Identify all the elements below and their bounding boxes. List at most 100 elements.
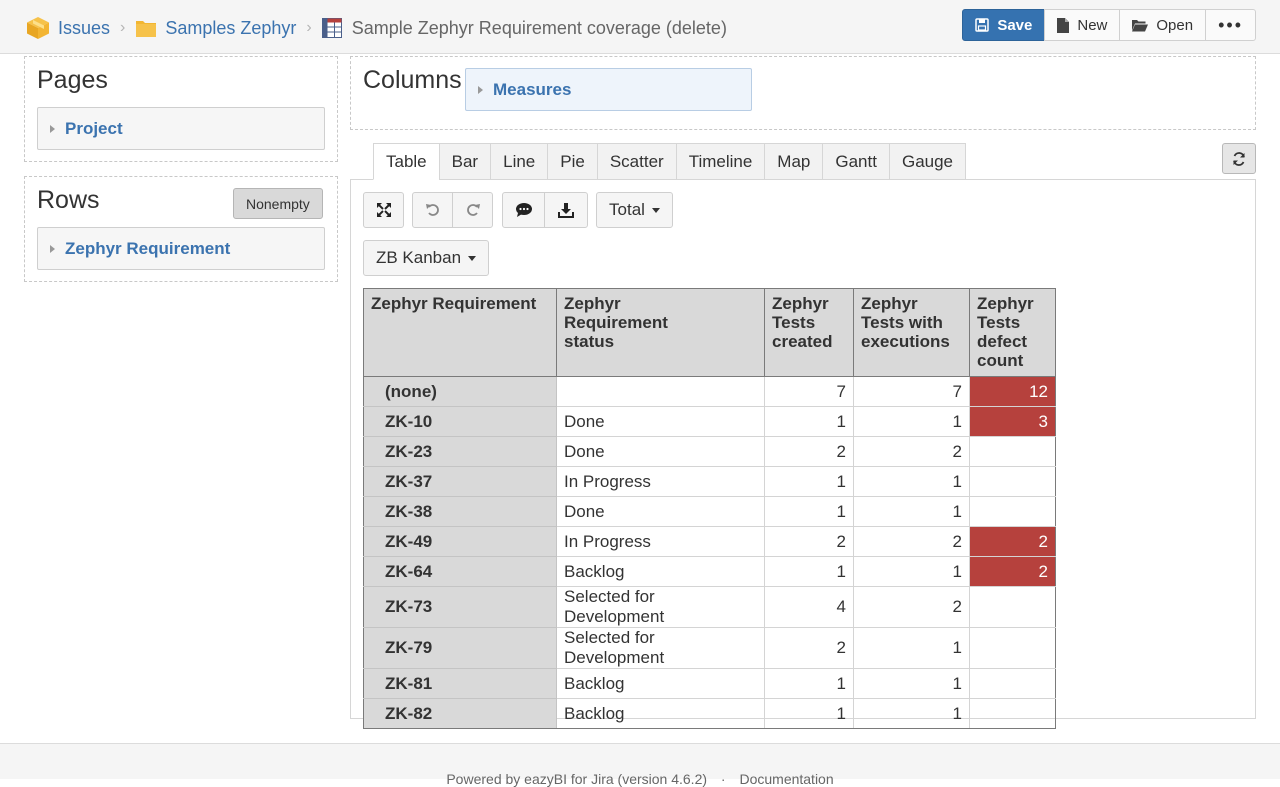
document-icon xyxy=(1057,17,1070,33)
row-header-cell[interactable]: ZK-79 xyxy=(363,627,557,669)
header-line: created xyxy=(772,332,833,351)
status-cell: In Progress xyxy=(556,466,765,497)
comments-button[interactable] xyxy=(502,192,545,228)
new-button[interactable]: New xyxy=(1044,9,1121,41)
column-header-tests-with-executions[interactable]: Zephyr Tests with executions xyxy=(853,288,970,377)
footer-separator: · xyxy=(720,771,726,787)
table-row: ZK-38 Done 1 1 xyxy=(363,496,1056,527)
table-row: ZK-37 In Progress 1 1 xyxy=(363,466,1056,497)
table-row: ZK-82 Backlog 1 1 xyxy=(363,698,1056,729)
column-header-status[interactable]: Zephyr Requirement status xyxy=(556,288,765,377)
header-line: executions xyxy=(861,332,950,351)
board-selector-dropdown[interactable]: ZB Kanban xyxy=(363,240,489,276)
caret-right-icon xyxy=(478,85,483,94)
total-label: Total xyxy=(609,200,645,219)
save-button[interactable]: Save xyxy=(962,9,1046,41)
nonempty-toggle-button[interactable]: Nonempty xyxy=(233,188,323,219)
table-row: ZK-79 Selected for Development 2 1 xyxy=(363,627,1056,669)
column-header-defect-count[interactable]: Zephyr Tests defect count xyxy=(969,288,1056,377)
tests-created-cell: 1 xyxy=(764,406,854,437)
chevron-right-icon: › xyxy=(306,19,312,36)
row-header-cell[interactable]: ZK-73 xyxy=(363,586,557,628)
pages-title: Pages xyxy=(37,66,108,94)
column-header-tests-created[interactable]: Zephyr Tests created xyxy=(764,288,854,377)
defect-count-cell: 2 xyxy=(969,556,1056,587)
ellipsis-icon: ••• xyxy=(1218,14,1243,35)
caret-down-icon xyxy=(651,207,660,213)
status-cell: Selected for Development xyxy=(556,586,765,628)
export-button[interactable] xyxy=(544,192,588,228)
columns-dimension-measures[interactable]: Measures xyxy=(465,68,752,111)
tab-table[interactable]: Table xyxy=(373,143,440,180)
rows-title: Rows xyxy=(37,186,100,214)
page-title: Sample Zephyr Requirement coverage (dele… xyxy=(351,17,727,38)
caret-right-icon xyxy=(50,244,55,253)
breadcrumb-samples-zephyr[interactable]: Samples Zephyr xyxy=(165,18,296,39)
defect-count-cell xyxy=(969,698,1056,729)
tests-executions-cell: 1 xyxy=(853,406,970,437)
header-line: count xyxy=(977,351,1024,370)
refresh-icon xyxy=(1233,151,1245,166)
tests-created-cell: 2 xyxy=(764,436,854,467)
header-line: Zephyr xyxy=(564,294,621,313)
tab-timeline[interactable]: Timeline xyxy=(675,143,766,180)
tests-executions-cell: 1 xyxy=(853,627,970,669)
redo-button[interactable] xyxy=(452,192,493,228)
row-header-cell[interactable]: ZK-10 xyxy=(363,406,557,437)
tests-created-cell: 1 xyxy=(764,698,854,729)
tab-map[interactable]: Map xyxy=(764,143,824,180)
header-line: Tests with xyxy=(861,313,943,332)
row-header-cell[interactable]: ZK-37 xyxy=(363,466,557,497)
tab-scatter[interactable]: Scatter xyxy=(596,143,677,180)
new-label: New xyxy=(1077,16,1108,34)
column-header-requirement[interactable]: Zephyr Requirement xyxy=(363,288,557,377)
undo-button[interactable] xyxy=(412,192,453,228)
defect-count-cell xyxy=(969,627,1056,669)
download-icon xyxy=(558,203,574,218)
tab-bar[interactable]: Bar xyxy=(438,143,492,180)
tab-gauge[interactable]: Gauge xyxy=(888,143,967,180)
tab-pie[interactable]: Pie xyxy=(547,143,598,180)
tab-gantt[interactable]: Gantt xyxy=(822,143,890,180)
status-cell: Done xyxy=(556,496,765,527)
rows-dimension-zephyr-requirement[interactable]: Zephyr Requirement xyxy=(37,227,325,270)
pages-dimension-project[interactable]: Project xyxy=(37,107,325,150)
folder-open-icon xyxy=(1132,19,1149,31)
tests-executions-cell: 1 xyxy=(853,556,970,587)
refresh-button[interactable] xyxy=(1222,143,1256,174)
tests-executions-cell: 2 xyxy=(853,526,970,557)
table-row: ZK-81 Backlog 1 1 xyxy=(363,668,1056,699)
documentation-link[interactable]: Documentation xyxy=(739,771,833,787)
defect-count-cell xyxy=(969,586,1056,628)
table-row: ZK-73 Selected for Development 4 2 xyxy=(363,586,1056,628)
table-row: ZK-23 Done 2 2 xyxy=(363,436,1056,467)
defect-count-cell: 12 xyxy=(969,376,1056,407)
table-row: ZK-64 Backlog 1 1 2 xyxy=(363,556,1056,587)
tests-executions-cell: 2 xyxy=(853,436,970,467)
tab-line[interactable]: Line xyxy=(490,143,549,180)
table-header-row: Zephyr Requirement Zephyr Requirement stat… xyxy=(363,288,1056,377)
defect-count-cell xyxy=(969,668,1056,699)
defect-count-cell xyxy=(969,466,1056,497)
tests-created-cell: 1 xyxy=(764,556,854,587)
tests-executions-cell: 1 xyxy=(853,466,970,497)
more-options-button[interactable]: ••• xyxy=(1205,9,1256,41)
comment-icon xyxy=(515,203,532,217)
defect-count-cell: 2 xyxy=(969,526,1056,557)
row-header-cell[interactable]: (none) xyxy=(363,376,557,407)
fullscreen-button[interactable] xyxy=(363,192,404,228)
total-dropdown[interactable]: Total xyxy=(596,192,673,228)
row-header-cell[interactable]: ZK-64 xyxy=(363,556,557,587)
row-header-cell[interactable]: ZK-38 xyxy=(363,496,557,527)
row-header-cell[interactable]: ZK-49 xyxy=(363,526,557,557)
breadcrumb-issues[interactable]: Issues xyxy=(58,18,110,39)
results-table: Zephyr Requirement Zephyr Requirement stat… xyxy=(363,288,1056,729)
row-header-cell[interactable]: ZK-81 xyxy=(363,668,557,699)
header-line: Tests xyxy=(977,313,1021,332)
row-header-cell[interactable]: ZK-82 xyxy=(363,698,557,729)
row-header-cell[interactable]: ZK-23 xyxy=(363,436,557,467)
open-button[interactable]: Open xyxy=(1119,9,1207,41)
dimension-label: Zephyr Requirement xyxy=(65,238,231,258)
defect-count-cell xyxy=(969,436,1056,467)
table-row: ZK-10 Done 1 1 3 xyxy=(363,406,1056,437)
